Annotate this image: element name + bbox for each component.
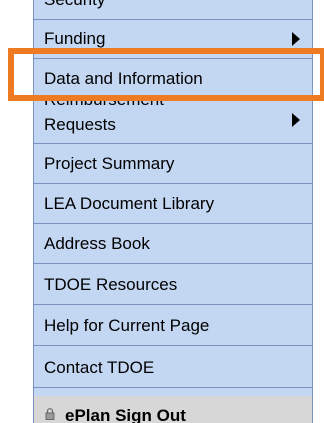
menu-item-contact-tdoe-label: Contact TDOE	[44, 358, 155, 377]
menu-item-project-summary[interactable]: Project Summary	[34, 144, 312, 184]
submenu-arrow-icon	[292, 32, 300, 46]
menu-item-funding[interactable]: Funding	[34, 19, 312, 59]
signout-label: ePlan Sign Out	[65, 406, 186, 423]
menu-item-security[interactable]: Security	[34, 0, 312, 20]
menu-item-lea-document-library[interactable]: LEA Document Library	[34, 184, 312, 224]
menu-item-reimbursement-label-line1: Reimbursement	[44, 99, 164, 109]
menu-item-address-book-label: Address Book	[44, 234, 150, 253]
menu-item-tdoe-resources[interactable]: TDOE Resources	[34, 265, 312, 305]
menu-item-lea-document-library-label: LEA Document Library	[44, 194, 215, 213]
signout-button[interactable]: ePlan Sign Out	[34, 396, 312, 423]
menu-item-funding-label: Funding	[44, 29, 106, 48]
menu-item-project-summary-label: Project Summary	[44, 154, 175, 173]
submenu-arrow-icon	[292, 113, 300, 127]
lock-icon	[45, 408, 55, 420]
menu-item-address-book[interactable]: Address Book	[34, 224, 312, 264]
navigation-menu: Security Funding Data and Information Re…	[33, 0, 313, 423]
menu-item-contact-tdoe[interactable]: Contact TDOE	[34, 348, 312, 388]
menu-item-help-for-current-page-label: Help for Current Page	[44, 316, 210, 335]
menu-item-help-for-current-page[interactable]: Help for Current Page	[34, 306, 312, 346]
menu-item-data-and-information-label: Data and Information	[44, 69, 203, 88]
menu-item-tdoe-resources-label: TDOE Resources	[44, 275, 178, 294]
menu-item-security-label: Security	[44, 0, 105, 10]
menu-item-data-and-information[interactable]: Data and Information	[34, 59, 312, 99]
menu-item-reimbursement-label-line2: Requests	[44, 115, 116, 134]
menu-item-reimbursement-requests[interactable]: Reimbursement Requests	[34, 99, 312, 144]
